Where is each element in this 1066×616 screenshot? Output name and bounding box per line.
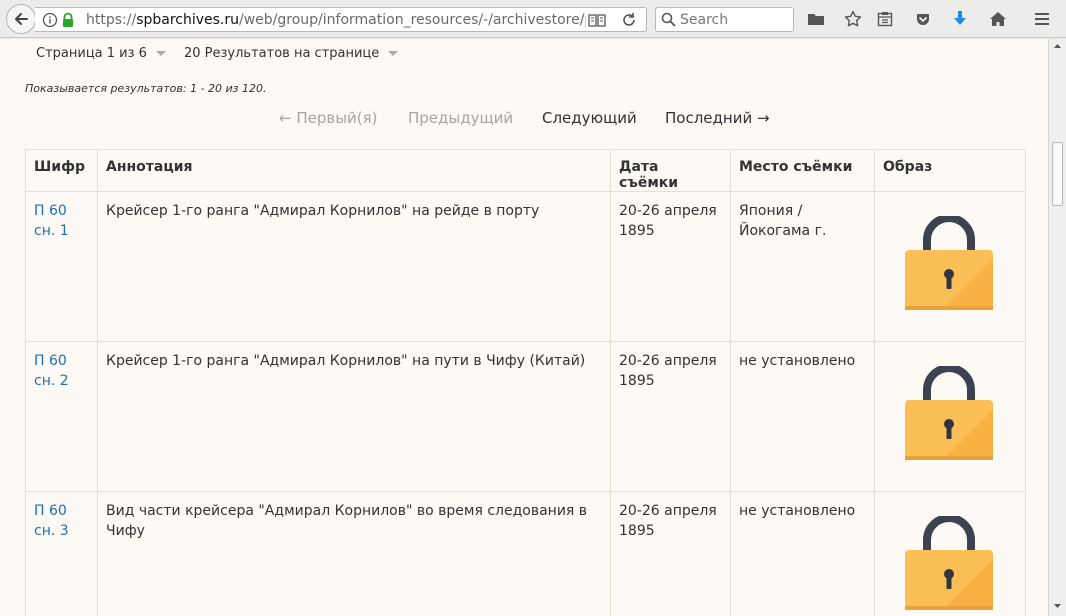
page-scrollbar[interactable] — [1048, 39, 1066, 616]
cell-date: 20-26 апреля 1895 — [610, 191, 731, 342]
cell-code: П 60 сн. 1 — [25, 191, 98, 342]
col-header-annotation: Аннотация — [97, 149, 611, 192]
menu-icon[interactable] — [1032, 9, 1052, 29]
back-arrow-icon — [15, 13, 28, 25]
home-icon[interactable] — [988, 9, 1008, 29]
cell-place: не установлено — [730, 341, 875, 492]
browser-toolbar: https://spbarchives.ru/web/group/informa… — [0, 0, 1066, 38]
code-link[interactable]: П 60 сн. 2 — [34, 351, 74, 391]
info-icon[interactable] — [42, 12, 58, 32]
last-page-link[interactable]: Последний → — [665, 109, 770, 127]
col-header-image: Образ — [874, 149, 1026, 192]
url-bar[interactable]: https://spbarchives.ru/web/group/informa… — [35, 7, 647, 32]
first-page-link: ← Первый(я) — [279, 109, 378, 127]
search-icon — [661, 12, 676, 31]
cell-date: 20-26 апреля 1895 — [610, 341, 731, 492]
cell-date: 20-26 апреля 1895 — [610, 491, 731, 616]
cell-place: не установлено — [730, 491, 875, 616]
chevron-down-icon — [388, 51, 399, 56]
chevron-down-icon — [155, 51, 166, 56]
padlock-icon[interactable] — [903, 366, 995, 461]
table-row: П 60 сн. 3 Вид части крейсера "Адмирал Ко… — [25, 491, 1026, 616]
cell-image — [874, 341, 1026, 492]
folder-icon[interactable] — [806, 9, 826, 29]
url-text[interactable]: https://spbarchives.ru/web/group/informa… — [86, 12, 586, 28]
page-content: Страница 1 из 6 20 Результатов на страни… — [0, 39, 1048, 616]
prev-page-link: Предыдущий — [408, 109, 514, 127]
pocket-icon[interactable] — [913, 9, 933, 29]
cell-place: Япония / Йокогама г. — [730, 191, 875, 342]
search-placeholder: Search — [680, 11, 729, 28]
code-link[interactable]: П 60 сн. 1 — [34, 201, 74, 241]
lock-secure-icon[interactable] — [61, 12, 75, 32]
scroll-down-arrow-icon[interactable] — [1052, 600, 1063, 611]
per-page-select[interactable]: 20 Результатов на странице — [184, 46, 399, 61]
scrollbar-thumb[interactable] — [1052, 142, 1063, 206]
page-select[interactable]: Страница 1 из 6 — [36, 46, 166, 61]
padlock-icon[interactable] — [903, 216, 995, 311]
table-row: П 60 сн. 1 Крейсер 1-го ранга "Адмирал Ко… — [25, 191, 1026, 342]
download-icon[interactable] — [950, 9, 970, 29]
reader-view-icon[interactable] — [588, 12, 606, 32]
col-header-place: Место съёмки — [730, 149, 875, 192]
cell-annotation: Вид части крейсера "Адмирал Корнилов" во… — [97, 491, 611, 616]
results-info: Показывается результатов: 1 - 20 из 120. — [25, 82, 267, 95]
padlock-icon[interactable] — [903, 516, 995, 611]
cell-image — [874, 191, 1026, 342]
bookmark-star-icon[interactable] — [843, 9, 863, 29]
col-header-code: Шифр — [25, 149, 98, 192]
cell-image — [874, 491, 1026, 616]
results-table: Шифр Аннотация Дата съёмки Место съёмки … — [25, 149, 1026, 616]
reload-icon[interactable] — [621, 12, 637, 32]
cell-code: П 60 сн. 3 — [25, 491, 98, 616]
search-bar[interactable]: Search — [655, 7, 794, 32]
scroll-up-arrow-icon[interactable] — [1052, 41, 1063, 52]
col-header-date: Дата съёмки — [610, 149, 731, 192]
reading-list-icon[interactable] — [875, 9, 895, 29]
cell-annotation: Крейсер 1-го ранга "Адмирал Корнилов" на… — [97, 191, 611, 342]
code-link[interactable]: П 60 сн. 3 — [34, 501, 74, 541]
table-row: П 60 сн. 2 Крейсер 1-го ранга "Адмирал Ко… — [25, 341, 1026, 492]
table-header-row: Шифр Аннотация Дата съёмки Место съёмки … — [25, 149, 1026, 192]
back-button[interactable] — [6, 4, 36, 34]
per-page-select-label: 20 Результатов на странице — [184, 46, 380, 61]
cell-code: П 60 сн. 2 — [25, 341, 98, 492]
cell-annotation: Крейсер 1-го ранга "Адмирал Корнилов" на… — [97, 341, 611, 492]
next-page-link[interactable]: Следующий — [542, 109, 637, 127]
page-select-label: Страница 1 из 6 — [36, 46, 147, 61]
